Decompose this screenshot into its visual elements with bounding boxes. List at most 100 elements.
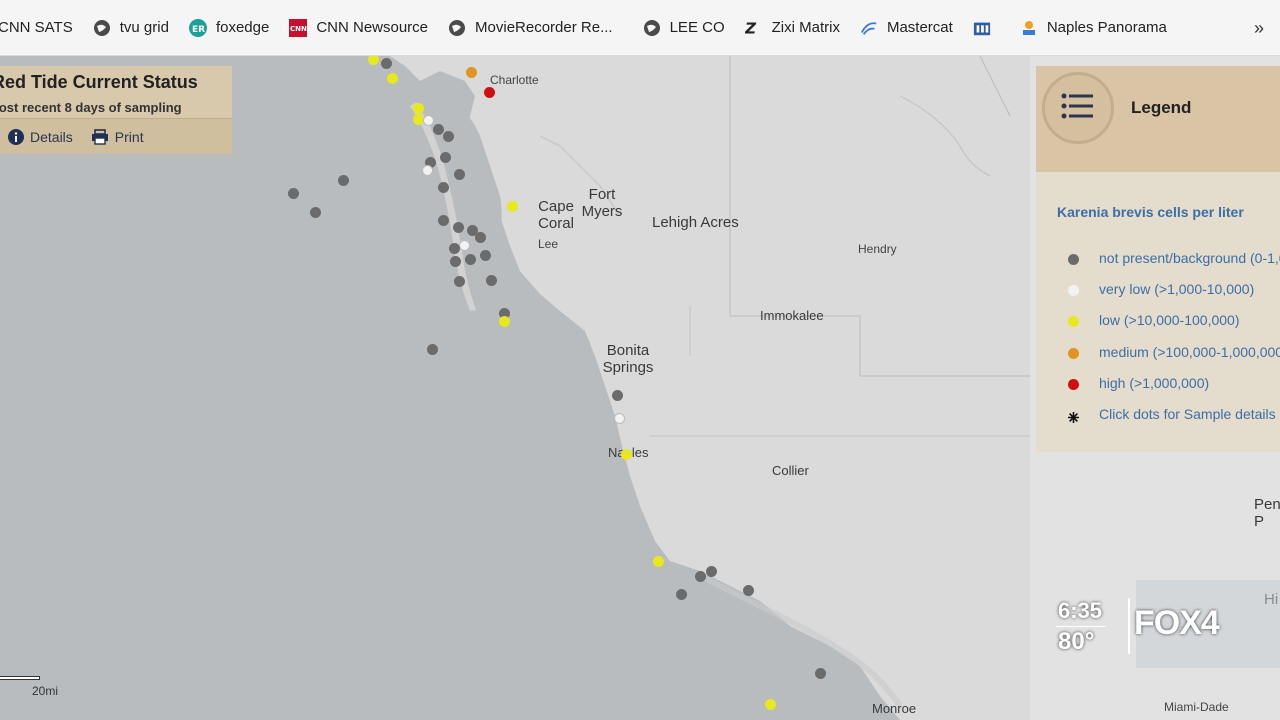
bookmark-building[interactable] — [973, 0, 1000, 56]
legend-header: Legend — [1036, 66, 1280, 172]
sample-dot[interactable] — [695, 571, 706, 582]
bookmark-tvu-grid[interactable]: tvu grid — [93, 0, 169, 56]
mastercat-icon — [860, 19, 878, 37]
sample-dot[interactable] — [465, 254, 476, 265]
info-icon — [8, 128, 24, 145]
status-actions: Details Print — [0, 118, 232, 154]
sample-dot[interactable] — [413, 103, 424, 114]
sample-dot[interactable] — [288, 188, 299, 199]
legend-item-label: not present/background (0-1,000) — [1099, 250, 1280, 266]
sample-dot[interactable] — [454, 169, 465, 180]
overlay-divider — [1128, 598, 1130, 654]
place-label-charlotte: Charlotte — [490, 73, 539, 87]
bookmark-label: CNN SATS — [0, 19, 73, 36]
sample-dot[interactable] — [459, 240, 470, 251]
place-label-miami-dade: Miami-Dade — [1164, 700, 1229, 714]
sample-dot[interactable] — [443, 131, 454, 142]
legend-toggle-button[interactable] — [1042, 72, 1114, 144]
sample-dot[interactable] — [438, 182, 449, 193]
sample-dot[interactable] — [765, 699, 776, 710]
overlay-temperature: 80° — [1058, 628, 1095, 655]
sample-dot[interactable] — [653, 556, 664, 567]
sample-dot[interactable] — [438, 215, 449, 226]
legend-panel: Legend Karenia brevis cells per liter no… — [1036, 66, 1280, 452]
sample-dot[interactable] — [381, 58, 392, 69]
sample-dot[interactable] — [743, 585, 754, 596]
sample-dot[interactable] — [676, 589, 687, 600]
sample-dot[interactable] — [612, 390, 623, 401]
sample-dot[interactable] — [454, 276, 465, 287]
bookmark-label: Mastercat — [886, 19, 953, 36]
scale-label: 20mi — [32, 684, 59, 698]
legend-title: Legend — [1131, 98, 1192, 117]
sample-dot[interactable] — [815, 668, 826, 679]
asterisk-icon — [1068, 410, 1079, 423]
sample-dot[interactable] — [614, 413, 625, 424]
status-panel: Red Tide Current Status Most recent 8 da… — [0, 66, 232, 154]
place-label-hendry: Hendry — [858, 242, 897, 256]
bookmark-label: Naples Panorama — [1046, 19, 1167, 36]
legend-swatch — [1068, 348, 1079, 359]
details-label: Details — [30, 128, 73, 145]
sample-dot[interactable] — [484, 87, 495, 98]
sample-dot[interactable] — [466, 67, 477, 78]
sample-dot[interactable] — [427, 344, 438, 355]
sample-dot[interactable] — [387, 73, 398, 84]
bookmark-cnn-sats[interactable]: CNN SATS — [0, 0, 73, 56]
details-button[interactable]: Details — [8, 128, 73, 145]
place-label-immokalee: Immokalee — [760, 308, 824, 323]
sample-dot[interactable] — [507, 201, 518, 212]
bookmark-movierecorder[interactable]: MovieRecorder Re... — [448, 0, 613, 56]
sample-dot[interactable] — [706, 566, 717, 577]
sample-dot[interactable] — [480, 250, 491, 261]
overlay-time: 6:35 — [1058, 598, 1103, 623]
sample-dot[interactable] — [475, 232, 486, 243]
svg-text:ER: ER — [192, 25, 205, 35]
svg-text:CNN: CNN — [290, 25, 307, 33]
status-title: Red Tide Current Status — [0, 72, 198, 92]
sample-dot[interactable] — [440, 152, 451, 163]
panorama-icon — [1020, 19, 1038, 37]
bookmark-cnn-newsource[interactable]: CNN CNN Newsource — [289, 0, 428, 56]
sample-dot[interactable] — [449, 243, 460, 254]
print-button[interactable]: Print — [91, 129, 144, 145]
bookmark-label: CNN Newsource — [316, 19, 429, 36]
legend-item-label: medium (>100,000-1,000,000) — [1099, 344, 1280, 360]
globe-icon — [448, 19, 466, 37]
bookmark-foxedge[interactable]: ER foxedge — [188, 0, 270, 56]
sample-dot[interactable] — [450, 256, 461, 267]
sample-dot[interactable] — [338, 175, 349, 186]
zixi-icon: Z — [745, 19, 763, 37]
er-icon: ER — [188, 18, 207, 37]
place-label-cape-coral: Cape Coral — [538, 198, 574, 232]
legend-swatch — [1068, 254, 1079, 265]
legend-item-label: Click dots for Sample details — [1099, 406, 1276, 422]
legend-item-label: high (>1,000,000) — [1099, 375, 1210, 391]
sample-dot[interactable] — [310, 207, 321, 218]
bookmark-label: foxedge — [215, 19, 270, 36]
globe-icon — [643, 19, 661, 37]
sample-dot[interactable] — [499, 316, 510, 327]
overlay-divider — [1056, 626, 1106, 627]
bookmark-mastercat[interactable]: Mastercat — [860, 0, 953, 56]
bookmarks-bar: CNN SATS tvu grid ER foxedge CNN CNN New… — [0, 0, 1280, 56]
cnn-icon: CNN — [289, 18, 308, 37]
svg-text:Z: Z — [745, 19, 757, 37]
bookmarks-more-chevron-icon[interactable]: » — [1254, 18, 1264, 39]
bookmark-zixi-matrix[interactable]: Z Zixi Matrix — [745, 0, 840, 56]
bookmark-naples-panorama[interactable]: Naples Panorama — [1020, 0, 1167, 56]
legend-item-label: low (>10,000-100,000) — [1099, 312, 1240, 328]
bookmark-lee-co[interactable]: LEE CO — [643, 0, 725, 56]
sample-dot[interactable] — [453, 222, 464, 233]
sample-dot[interactable] — [486, 275, 497, 286]
place-label-lehigh-acres: Lehigh Acres — [652, 214, 739, 231]
place-label-bonita-springs: Bonita Springs — [602, 342, 654, 376]
sample-dot[interactable] — [422, 165, 433, 176]
legend-swatch — [1068, 379, 1079, 390]
sample-dot[interactable] — [433, 124, 444, 135]
bookmark-label: MovieRecorder Re... — [475, 19, 613, 36]
sample-dot[interactable] — [621, 449, 632, 460]
legend-item-label: very low (>1,000-10,000) — [1099, 281, 1255, 297]
print-label: Print — [114, 128, 144, 145]
sample-dot[interactable] — [423, 115, 434, 126]
